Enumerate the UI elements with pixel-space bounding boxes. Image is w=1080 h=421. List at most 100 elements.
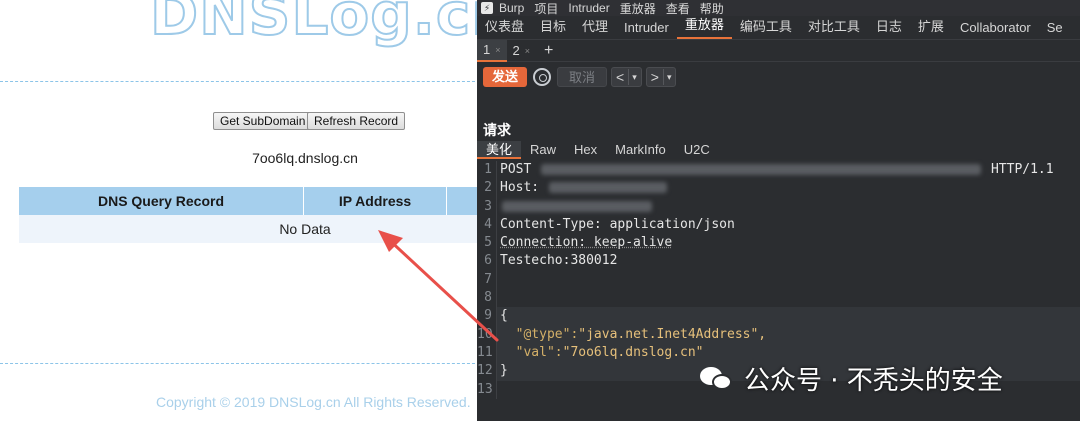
- line-number: 12: [477, 363, 493, 379]
- line-code: Host:: [496, 179, 1080, 198]
- tab-dashboard[interactable]: 仪表盘: [477, 16, 532, 39]
- chevron-down-icon[interactable]: ▾: [662, 69, 671, 85]
- json-key-type: "@type":: [500, 326, 579, 342]
- table-header: DNS Query Record IP Address: [19, 187, 480, 215]
- tab-intruder[interactable]: Intruder: [616, 20, 677, 39]
- cancel-button[interactable]: 取消: [557, 67, 608, 87]
- repeater-tab-2[interactable]: 2 ×: [507, 40, 537, 62]
- redacted-path: [541, 164, 982, 175]
- json-value-val: "7oo6lq.dnslog.cn": [562, 344, 704, 360]
- view-tab-pretty[interactable]: 美化: [477, 141, 522, 159]
- line-number: 7: [484, 271, 492, 287]
- testecho-header: Testecho:380012: [496, 252, 1080, 271]
- menu-repeater[interactable]: 重放器: [620, 0, 656, 17]
- http-version: HTTP/1.1: [990, 162, 1054, 177]
- tab-repeater[interactable]: 重放器: [676, 14, 732, 39]
- tab-settings[interactable]: Se: [1039, 20, 1071, 39]
- http-method: POST: [500, 162, 532, 177]
- header-extra: [447, 187, 480, 215]
- gear-icon[interactable]: [533, 68, 552, 86]
- line-number: 4: [484, 216, 492, 232]
- line-number: 3: [484, 198, 492, 214]
- line-code: POST HTTP/1.1: [496, 161, 1080, 180]
- line-number: 1: [484, 162, 492, 177]
- line-code: [496, 197, 1080, 216]
- tab-logger[interactable]: 日志: [868, 16, 910, 39]
- repeater-tab-label: 1: [483, 41, 491, 57]
- menu-intruder[interactable]: Intruder: [568, 1, 609, 15]
- editor-line: 1 POST HTTP/1.1: [477, 161, 1080, 180]
- refresh-record-button[interactable]: Refresh Record: [307, 112, 406, 130]
- editor-line: 10 "@type":"java.net.Inet4Address",: [477, 325, 1080, 344]
- editor-line: 6 Testecho:380012: [477, 252, 1080, 271]
- editor-line: 9 {: [477, 307, 1080, 326]
- editor-line: 4 Content-Type: application/json: [477, 215, 1080, 235]
- line-number: 5: [484, 235, 492, 251]
- repeater-subtabs: 1 × 2 × +: [477, 39, 1080, 62]
- line-number: 2: [484, 180, 492, 196]
- json-open-brace: {: [496, 307, 1080, 326]
- tab-decoder[interactable]: 编码工具: [732, 16, 800, 39]
- tab-comparer[interactable]: 对比工具: [800, 16, 868, 39]
- close-icon[interactable]: ×: [525, 40, 530, 62]
- wechat-icon: [700, 365, 734, 393]
- tab-extensions[interactable]: 扩展: [910, 16, 952, 39]
- header-ip-address: IP Address: [304, 187, 447, 215]
- request-view-tabs: 美化 Raw Hex MarkInfo U2C: [477, 141, 719, 159]
- watermark: 公众号 · 不秃头的安全: [700, 360, 1003, 397]
- line-number: 6: [484, 253, 492, 269]
- line-code: [496, 270, 1080, 290]
- content-type-header: Content-Type: application/json: [496, 215, 1080, 235]
- repeater-toolbar: 发送 取消 < ▾ > ▾: [477, 62, 1080, 92]
- watermark-text: 公众号 · 不秃头的安全: [744, 366, 1003, 396]
- editor-line: 3: [477, 197, 1080, 216]
- view-tab-raw[interactable]: Raw: [521, 141, 565, 159]
- request-title: 请求: [483, 122, 511, 138]
- connection-header: Connection: keep-alive: [496, 234, 1080, 253]
- line-number: 11: [477, 344, 493, 360]
- chevron-left-icon: <: [616, 69, 625, 85]
- editor-line: 7: [477, 270, 1080, 290]
- chevron-right-icon: >: [650, 69, 659, 85]
- menu-project[interactable]: 项目: [534, 0, 558, 17]
- dns-record-table: DNS Query Record IP Address No Data: [19, 187, 591, 243]
- dnslog-logo: DNSLog.cn: [149, 0, 514, 49]
- view-tab-markinfo[interactable]: MarkInfo: [606, 141, 675, 159]
- history-back-button[interactable]: < ▾: [611, 67, 642, 87]
- editor-line: 8: [477, 289, 1080, 308]
- editor-line: 5 Connection: keep-alive: [477, 234, 1080, 253]
- tab-collaborator[interactable]: Collaborator: [952, 20, 1039, 39]
- editor-line: 2 Host:: [477, 179, 1080, 198]
- get-subdomain-button[interactable]: Get SubDomain: [213, 112, 313, 130]
- repeater-tab-1[interactable]: 1 ×: [477, 39, 507, 62]
- tab-target[interactable]: 目标: [532, 16, 574, 39]
- line-number: 10: [477, 326, 493, 342]
- burp-logo-icon: ⚡: [481, 2, 493, 14]
- header-dns-query-record: DNS Query Record: [19, 187, 304, 215]
- chevron-down-icon[interactable]: ▾: [628, 69, 637, 85]
- burp-repeater-panel: ⚡ Burp 项目 Intruder 重放器 查看 帮助 仪表盘 目标 代理 I…: [477, 0, 1080, 421]
- tab-proxy[interactable]: 代理: [574, 16, 616, 39]
- json-value-type: "java.net.Inet4Address",: [578, 326, 767, 342]
- view-tab-u2c[interactable]: U2C: [675, 141, 719, 159]
- repeater-tab-label: 2: [512, 42, 520, 58]
- history-forward-button[interactable]: > ▾: [645, 67, 677, 87]
- line-number: 8: [484, 290, 492, 306]
- copyright-text: Copyright © 2019 DNSLog.cn All Rights Re…: [156, 394, 471, 410]
- menu-bar: ⚡ Burp 项目 Intruder 重放器 查看 帮助: [477, 0, 1080, 16]
- send-button[interactable]: 发送: [483, 67, 528, 87]
- divider-top: [0, 81, 480, 82]
- line-code: "@type":"java.net.Inet4Address",: [496, 325, 1080, 344]
- dnslog-page: DNSLog.cn Get SubDomain Refresh Record 7…: [0, 0, 591, 421]
- redacted-header: [502, 200, 652, 212]
- close-icon[interactable]: ×: [495, 39, 500, 61]
- main-tabs: 仪表盘 目标 代理 Intruder 重放器 编码工具 对比工具 日志 扩展 C…: [477, 16, 1080, 40]
- redacted-host: [548, 182, 667, 194]
- line-code: [496, 289, 1080, 308]
- add-tab-icon[interactable]: +: [536, 40, 561, 62]
- view-tab-hex[interactable]: Hex: [565, 141, 606, 159]
- divider-bottom: [0, 363, 480, 364]
- menu-burp[interactable]: Burp: [499, 1, 524, 15]
- host-header: Host:: [500, 180, 540, 196]
- json-key-val: "val":: [500, 344, 563, 360]
